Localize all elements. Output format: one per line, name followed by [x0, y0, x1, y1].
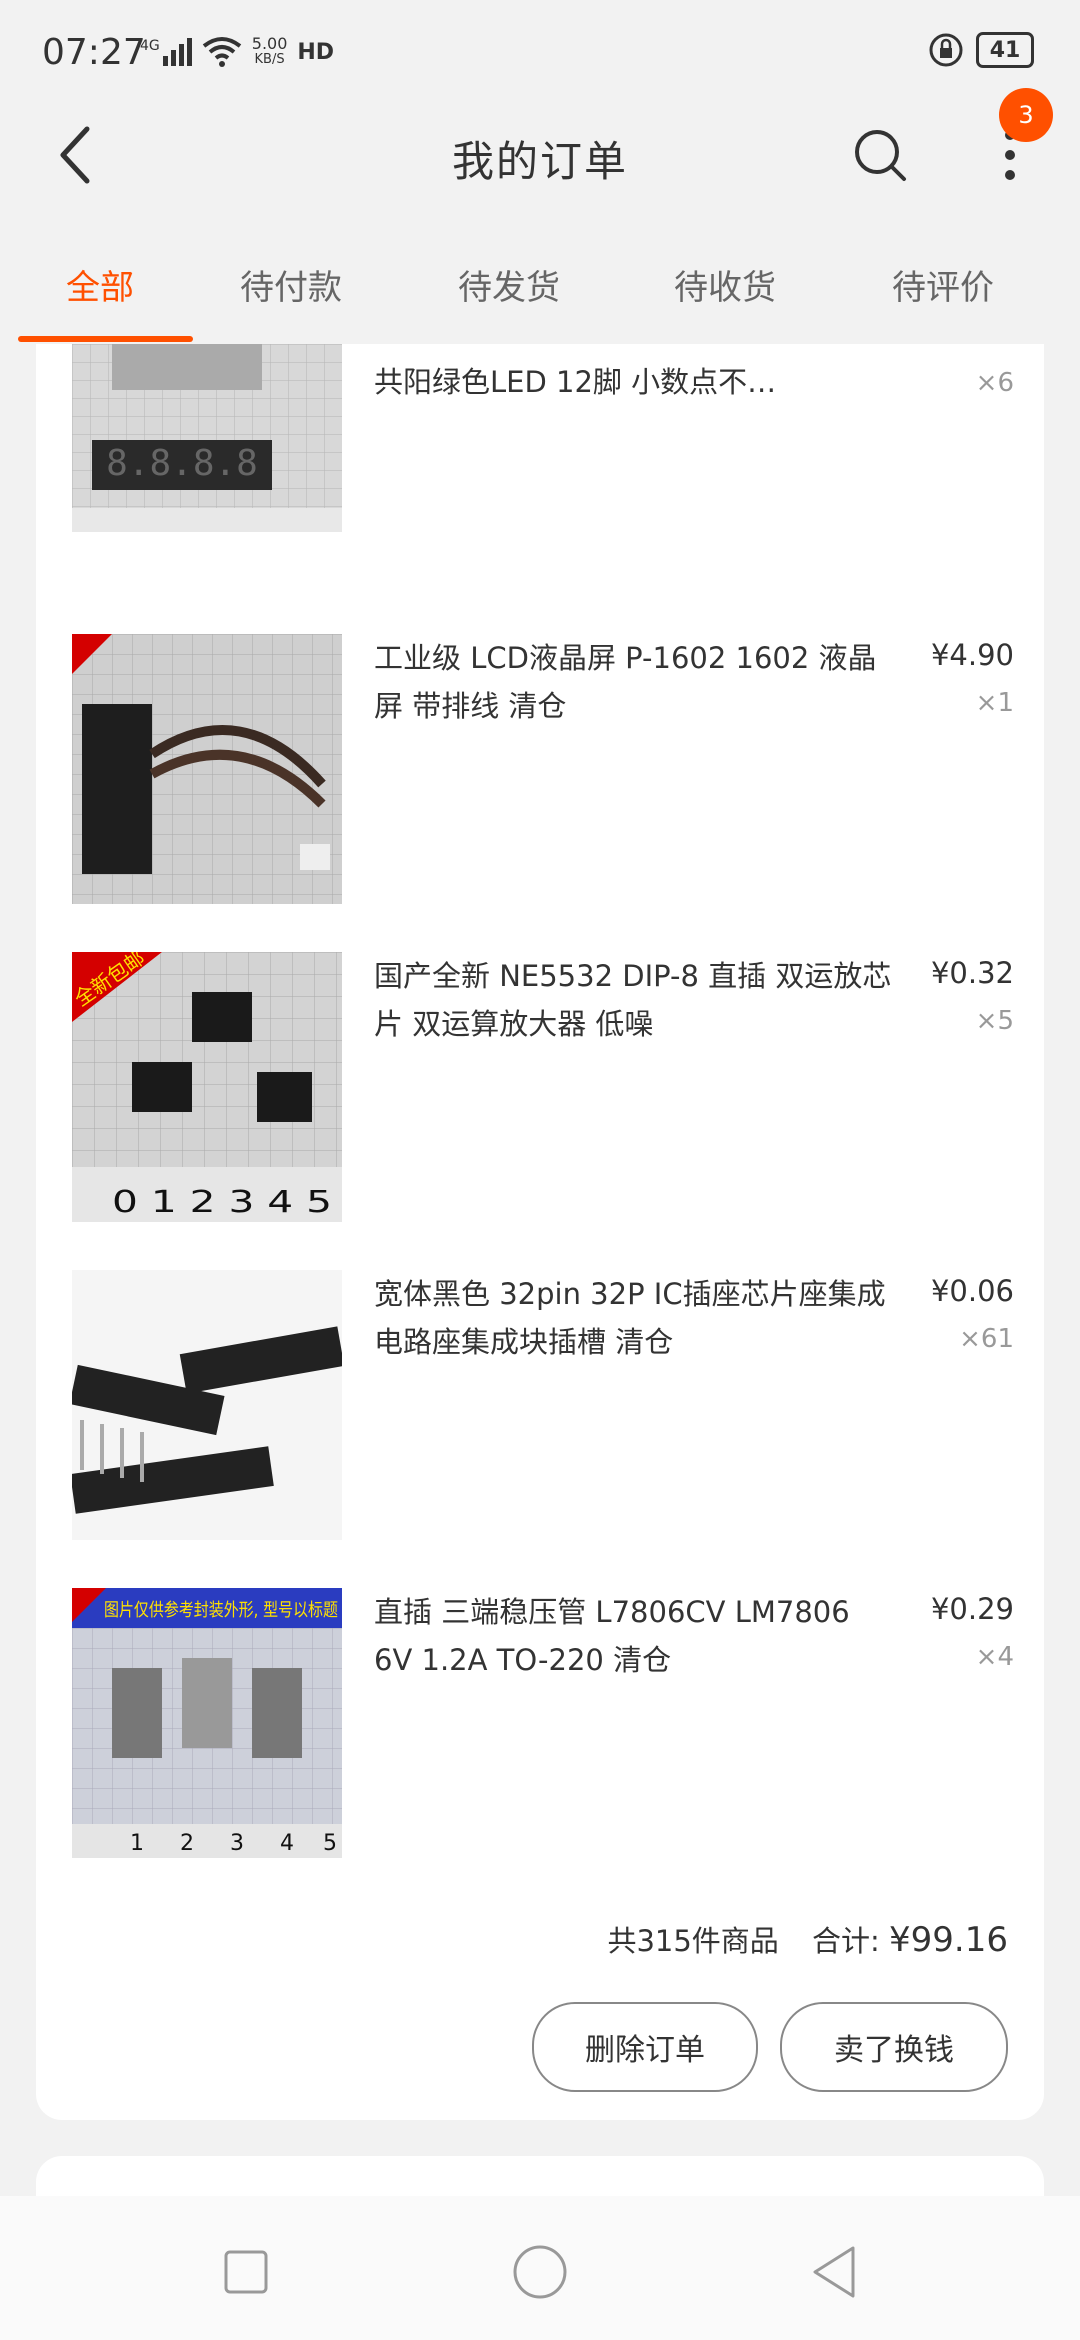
recent-apps-button[interactable]	[216, 2242, 276, 2302]
search-button[interactable]	[845, 120, 915, 190]
order-card: 8.8.8.8 共阳绿色LED 12脚 小数点不… ×6 工业级 LCD液晶屏 …	[36, 344, 1044, 2120]
page-title: 我的订单	[451, 137, 628, 186]
total-label: 合计:	[812, 1924, 880, 1958]
circle-icon	[513, 2245, 567, 2299]
order-item[interactable]: 工业级 LCD液晶屏 P-1602 1602 液晶屏 带排线 清仓 ¥4.90 …	[36, 634, 1044, 924]
svg-text:4: 4	[280, 1831, 294, 1856]
svg-text:5: 5	[323, 1831, 337, 1856]
svg-text:3: 3	[230, 1831, 244, 1856]
product-price: ¥4.90	[930, 638, 1014, 672]
product-quantity: ×1	[975, 688, 1014, 718]
item-count: 共315件商品	[607, 1924, 779, 1958]
hd-icon: HD	[297, 39, 335, 65]
svg-text:2: 2	[180, 1831, 194, 1856]
active-tab-indicator	[18, 336, 193, 342]
product-image	[72, 1270, 342, 1540]
status-icons: 4G 5.00 KB/S HD	[140, 30, 334, 74]
tab-pending-shipment[interactable]: 待发货	[458, 260, 560, 309]
tab-pending-review[interactable]: 待评价	[892, 260, 994, 309]
header: 我的订单	[0, 100, 1080, 210]
rotation-lock-icon	[929, 33, 963, 67]
tab-pending-receipt[interactable]: 待收货	[674, 260, 776, 309]
product-price: ¥0.32	[930, 956, 1014, 990]
product-quantity: ×5	[975, 1006, 1014, 1036]
order-item[interactable]: 图片仅供参考封装外形, 型号以标题 1 2 3 4 5 直插 三端稳压管 L78…	[36, 1588, 1044, 1878]
product-image: 8.8.8.8	[72, 344, 342, 532]
battery-icon: 41	[976, 32, 1034, 68]
status-right: 41	[928, 32, 1034, 68]
product-price: ¥0.06	[930, 1274, 1014, 1308]
order-summary: 共315件商品 合计: ¥99.16	[607, 1918, 1008, 1960]
system-nav-bar	[0, 2196, 1080, 2340]
wifi-icon	[202, 37, 241, 67]
product-quantity: ×4	[975, 1642, 1014, 1672]
product-image: 图片仅供参考封装外形, 型号以标题 1 2 3 4 5	[72, 1588, 342, 1858]
product-image	[72, 634, 342, 904]
order-item[interactable]: 宽体黑色 32pin 32P IC插座芯片座集成电路座集成块插槽 清仓 ¥0.0…	[36, 1270, 1044, 1560]
product-title: 宽体黑色 32pin 32P IC插座芯片座集成电路座集成块插槽 清仓	[374, 1277, 886, 1359]
notification-badge: 3	[999, 88, 1053, 142]
svg-text:8.8.8.8: 8.8.8.8	[106, 443, 258, 484]
signal-icon: 4G	[140, 38, 192, 66]
tab-pending-payment[interactable]: 待付款	[240, 260, 342, 309]
thumbnail-disclaimer: 图片仅供参考封装外形, 型号以标题	[104, 1600, 338, 1621]
status-time: 07:27	[42, 32, 146, 73]
order-tabs: 全部 待付款 待发货 待收货 待评价	[0, 240, 1080, 344]
product-title: 共阳绿色LED 12脚 小数点不…	[374, 365, 777, 399]
total-amount: ¥99.16	[889, 1920, 1008, 1960]
search-icon	[855, 130, 906, 181]
product-title: 工业级 LCD液晶屏 P-1602 1602 液晶屏 带排线 清仓	[374, 641, 877, 723]
ruler-digits: 0 1 2 3 4 5	[112, 1185, 332, 1220]
delete-order-button[interactable]: 删除订单	[532, 2002, 758, 2092]
back-nav-button[interactable]	[804, 2242, 864, 2302]
order-item[interactable]: 8.8.8.8 共阳绿色LED 12脚 小数点不… ×6	[36, 344, 1044, 580]
order-item[interactable]: 0 1 2 3 4 5 全新包邮 国产全新 NE5532 DIP-8 直插 双运…	[36, 952, 1044, 1242]
home-button[interactable]	[510, 2242, 570, 2302]
square-icon	[224, 2250, 268, 2294]
triangle-back-icon	[813, 2246, 855, 2298]
status-bar: 07:27 4G 5.00 KB/S HD 41	[0, 0, 1080, 100]
product-title: 直插 三端稳压管 L7806CV LM7806 6V 1.2A TO-220 清…	[374, 1595, 850, 1677]
svg-text:1: 1	[130, 1831, 144, 1856]
product-image: 0 1 2 3 4 5 全新包邮	[72, 952, 342, 1222]
product-quantity: ×6	[975, 368, 1014, 398]
product-price: ¥0.29	[930, 1592, 1014, 1626]
product-title: 国产全新 NE5532 DIP-8 直插 双运放芯片 双运算放大器 低噪	[374, 959, 892, 1041]
product-quantity: ×61	[959, 1324, 1014, 1354]
sell-button[interactable]: 卖了换钱	[780, 2002, 1008, 2092]
speed-indicator: 5.00 KB/S	[251, 34, 288, 68]
tab-all[interactable]: 全部	[66, 260, 134, 309]
